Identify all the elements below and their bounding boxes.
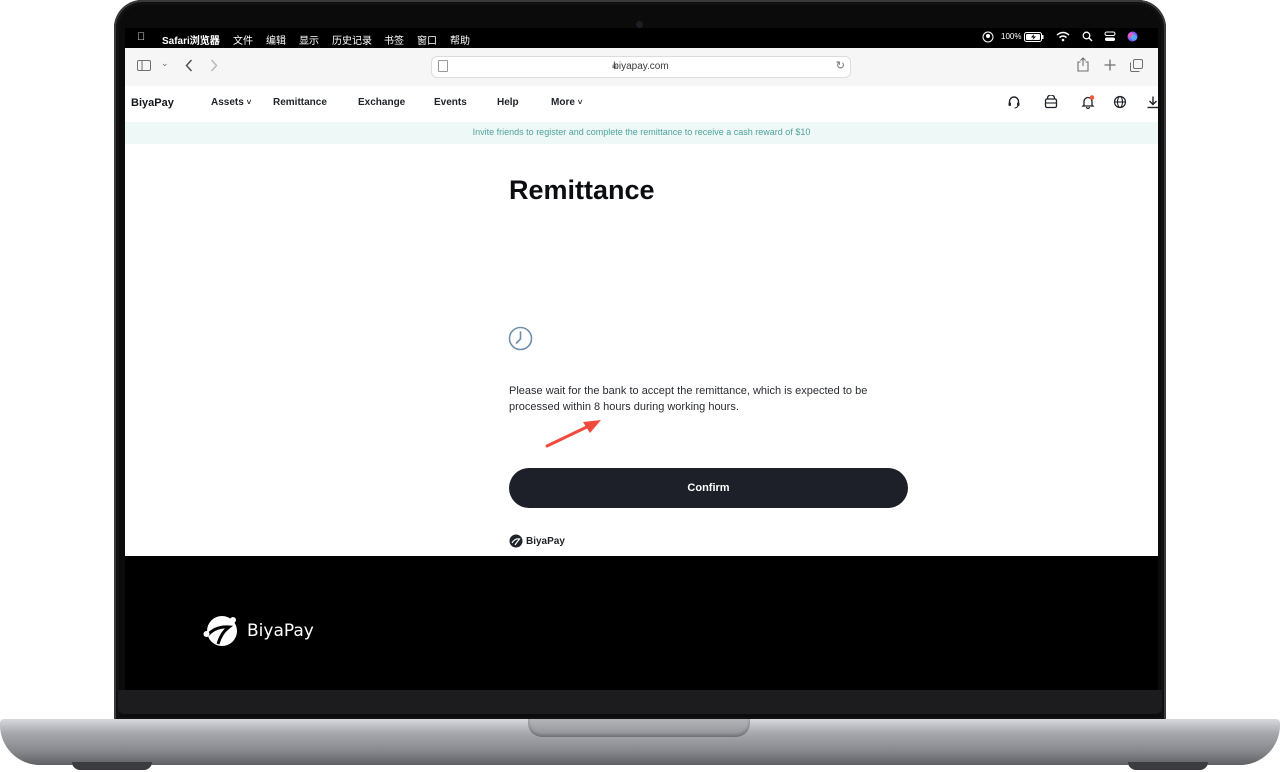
site-brand[interactable]: BiyaPay [131,97,174,109]
back-icon[interactable] [185,59,193,72]
invite-banner[interactable]: Invite friends to register and complete … [125,122,1158,144]
laptop-foot-left [72,762,152,770]
nav-more[interactable]: More ˅ [551,97,582,108]
nav-assets[interactable]: Assets ˅ [211,97,251,108]
laptop-notch [528,719,750,737]
annotation-arrow [545,420,601,448]
forward-icon[interactable] [210,59,218,72]
reload-icon[interactable]: ↻ [836,59,845,72]
clock-icon [508,326,533,351]
battery-percent: 100% [1001,32,1022,41]
chevron-down-icon: ˅ [246,98,252,107]
nav-more-label: More [551,97,575,108]
footer-brand: BiyaPay [247,621,314,641]
nav-remittance[interactable]: Remittance [273,97,327,108]
wifi-icon[interactable] [1056,31,1070,42]
battery-icon[interactable] [1024,32,1044,42]
control-center-icon[interactable] [1104,31,1116,42]
footer-logo[interactable]: BiyaPay [203,614,314,648]
address-bar[interactable]: 🔒︎ biyapay.com ↻ [431,56,851,78]
macos-menubar:  Safari浏览器 文件 编辑 显示 历史记录 书签 窗口 帮助 100% [125,28,1158,48]
site-footer: BiyaPay [125,556,1158,690]
nav-events[interactable]: Events [434,97,467,108]
wallet-icon[interactable] [1044,95,1058,109]
menu-app-name[interactable]: Safari浏览器 [162,32,220,47]
menu-file[interactable]: 文件 [233,32,253,47]
status-message: Please wait for the bank to accept the r… [509,385,868,413]
user-icon[interactable] [982,31,994,43]
nav-help[interactable]: Help [497,97,519,108]
menu-view[interactable]: 显示 [299,32,319,47]
notification-dot [1089,95,1095,100]
new-tab-icon[interactable] [1104,59,1116,71]
spotlight-search-icon[interactable] [1082,31,1093,42]
bell-icon[interactable] [1081,95,1095,109]
safari-toolbar: ⌄ 🔒︎ biyapay.com ↻ [125,48,1158,87]
sidebar-toggle-icon[interactable] [137,60,151,71]
page-title: Remittance [509,175,655,205]
page-footer-logo: BiyaPay [509,534,565,548]
headset-icon[interactable] [1007,95,1021,109]
menu-window[interactable]: 窗口 [417,32,437,47]
camera-dot [636,21,643,28]
status-area: 100% [978,31,1158,45]
url-text[interactable]: biyapay.com [432,61,850,72]
share-icon[interactable] [1077,57,1089,72]
page-footer-brand: BiyaPay [526,535,565,547]
menu-bookmarks[interactable]: 书签 [384,32,404,47]
chevron-down-icon[interactable]: ⌄ [161,58,169,69]
biyapay-logo-icon [509,534,523,548]
web-page: BiyaPay Assets ˅ Remittance Exchange Eve… [125,86,1158,556]
laptop-hinge [118,690,1162,714]
download-icon[interactable] [1146,95,1158,109]
screen:  Safari浏览器 文件 编辑 显示 历史记录 书签 窗口 帮助 100% [125,28,1158,690]
menu-history[interactable]: 历史记录 [332,32,372,47]
biyapay-logo-icon [203,616,237,646]
confirm-button[interactable]: Confirm [509,468,908,508]
menu-edit[interactable]: 编辑 [266,32,286,47]
site-nav: BiyaPay Assets ˅ Remittance Exchange Eve… [125,86,1158,122]
chevron-down-icon: ˅ [577,98,583,107]
nav-exchange[interactable]: Exchange [358,97,405,108]
siri-icon[interactable] [1127,31,1138,42]
globe-icon[interactable] [1113,95,1127,109]
menu-help[interactable]: 帮助 [450,32,470,47]
apple-icon[interactable]:  [137,31,145,43]
nav-assets-label: Assets [211,97,244,108]
tab-overview-icon[interactable] [1130,59,1143,72]
laptop-foot-right [1128,762,1208,770]
